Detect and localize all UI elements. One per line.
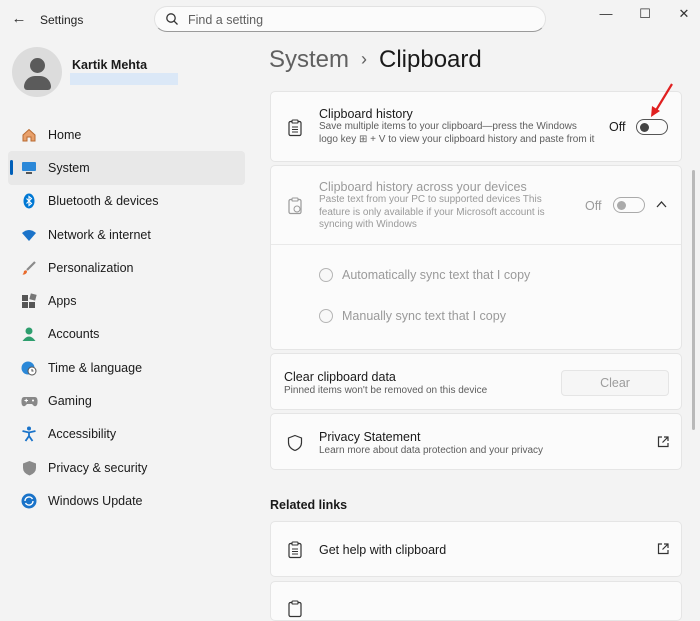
sidebar-item-accessibility[interactable]: Accessibility <box>8 418 245 451</box>
sidebar-item-label: Accessibility <box>48 427 117 442</box>
sidebar-item-windows-update[interactable]: Windows Update <box>8 484 245 517</box>
breadcrumb-parent[interactable]: System <box>269 46 349 73</box>
clipboard-history-title: Clipboard history <box>319 107 413 121</box>
wifi-icon <box>20 226 38 244</box>
related-link-label: Get help with clipboard <box>319 543 447 557</box>
shield-icon <box>20 459 38 477</box>
sidebar-item-network[interactable]: Network & internet <box>8 218 245 251</box>
system-icon <box>20 159 38 177</box>
app-title: Settings <box>40 13 84 27</box>
privacy-card[interactable]: Privacy Statement Learn more about data … <box>270 413 682 470</box>
clipboard-history-toggle[interactable] <box>636 119 668 135</box>
page-title: Clipboard <box>379 46 482 73</box>
accounts-icon <box>20 325 38 343</box>
cross-device-title: Clipboard history across your devices <box>319 180 527 194</box>
related-link-clipboard-help[interactable]: Get help with clipboard <box>270 521 682 577</box>
clipboard-history-state: Off <box>609 120 626 134</box>
bluetooth-icon <box>20 192 38 210</box>
sidebar-item-label: Time & language <box>48 360 143 375</box>
clear-button[interactable]: Clear <box>561 370 669 396</box>
clipboard-sync-icon <box>288 197 302 215</box>
update-icon <box>20 492 38 510</box>
chevron-up-icon[interactable] <box>656 200 667 208</box>
clear-data-card: Clear clipboard data Pinned items won't … <box>270 353 682 410</box>
sidebar-item-label: Network & internet <box>48 227 151 242</box>
clipboard-icon <box>288 119 302 137</box>
breadcrumb: System › Clipboard <box>269 46 482 74</box>
sidebar-item-label: Gaming <box>48 394 92 409</box>
user-name: Kartik Mehta <box>72 58 148 72</box>
clear-data-title: Clear clipboard data <box>284 370 396 384</box>
sidebar-item-label: Personalization <box>48 260 134 275</box>
maximize-button[interactable]: ☐ <box>632 6 658 21</box>
radio-label: Manually sync text that I copy <box>342 309 506 323</box>
globe-clock-icon <box>20 359 38 377</box>
sidebar-item-system[interactable]: System <box>8 151 245 185</box>
cross-device-state: Off <box>585 199 602 213</box>
annotation-arrow <box>651 83 673 117</box>
clear-data-desc: Pinned items won't be removed on this de… <box>284 385 488 396</box>
search-icon <box>166 13 178 25</box>
sidebar-item-time-language[interactable]: Time & language <box>8 351 245 384</box>
search-input[interactable]: Find a setting <box>154 6 546 32</box>
sidebar-item-privacy-security[interactable]: Privacy & security <box>8 451 245 484</box>
clipboard-icon <box>288 600 302 618</box>
close-button[interactable]: ✕ <box>671 6 697 21</box>
gamepad-icon <box>20 392 38 410</box>
sidebar-item-label: Home <box>48 127 82 142</box>
paintbrush-icon <box>20 259 38 277</box>
privacy-desc: Learn more about data protection and you… <box>319 445 544 456</box>
home-icon <box>20 126 38 144</box>
sidebar-item-bluetooth[interactable]: Bluetooth & devices <box>8 185 245 218</box>
user-email-redacted <box>70 73 178 85</box>
sidebar-item-label: System <box>48 160 90 175</box>
search-placeholder: Find a setting <box>188 13 264 27</box>
radio-label: Automatically sync text that I copy <box>342 268 531 282</box>
cross-device-toggle[interactable] <box>613 197 645 213</box>
accessibility-icon <box>20 425 38 443</box>
breadcrumb-separator: › <box>361 49 368 69</box>
sidebar-item-label: Bluetooth & devices <box>48 194 159 209</box>
related-link-partial[interactable] <box>270 581 682 621</box>
external-link-icon[interactable] <box>656 435 670 449</box>
sidebar-item-label: Windows Update <box>48 493 143 508</box>
sidebar-item-label: Apps <box>48 294 77 309</box>
cross-device-desc: Paste text from your PC to supported dev… <box>319 194 545 230</box>
scrollbar[interactable] <box>692 170 695 430</box>
sidebar-item-personalization[interactable]: Personalization <box>8 251 245 284</box>
avatar[interactable] <box>12 47 62 97</box>
radio-button[interactable] <box>319 309 333 323</box>
sidebar-item-apps[interactable]: Apps <box>8 284 245 317</box>
radio-auto-sync[interactable]: Automatically sync text that I copy <box>319 268 530 282</box>
related-links-heading: Related links <box>270 498 348 512</box>
back-arrow-icon[interactable]: ← <box>10 10 28 28</box>
radio-manual-sync[interactable]: Manually sync text that I copy <box>319 309 506 323</box>
sidebar-item-label: Privacy & security <box>48 460 148 475</box>
shield-outline-icon <box>287 434 303 452</box>
clipboard-icon <box>288 541 302 559</box>
sidebar-item-accounts[interactable]: Accounts <box>8 318 245 351</box>
sidebar-item-home[interactable]: Home <box>8 118 245 151</box>
clipboard-history-desc: Save multiple items to your clipboard—pr… <box>319 121 595 145</box>
privacy-title: Privacy Statement <box>319 430 421 444</box>
clipboard-history-card: Clipboard history Save multiple items to… <box>270 83 682 162</box>
divider <box>271 244 681 245</box>
cross-device-card: Clipboard history across your devices Pa… <box>270 165 682 350</box>
sidebar-item-gaming[interactable]: Gaming <box>8 384 245 417</box>
title-bar: ← Settings Find a setting — ☐ ✕ <box>0 0 700 40</box>
sidebar-nav: Home System Bluetooth & devices Network … <box>8 118 245 518</box>
apps-icon <box>20 292 38 310</box>
sidebar-item-label: Accounts <box>48 327 100 342</box>
minimize-button[interactable]: — <box>593 6 619 21</box>
external-link-icon[interactable] <box>656 542 670 556</box>
radio-button[interactable] <box>319 268 333 282</box>
